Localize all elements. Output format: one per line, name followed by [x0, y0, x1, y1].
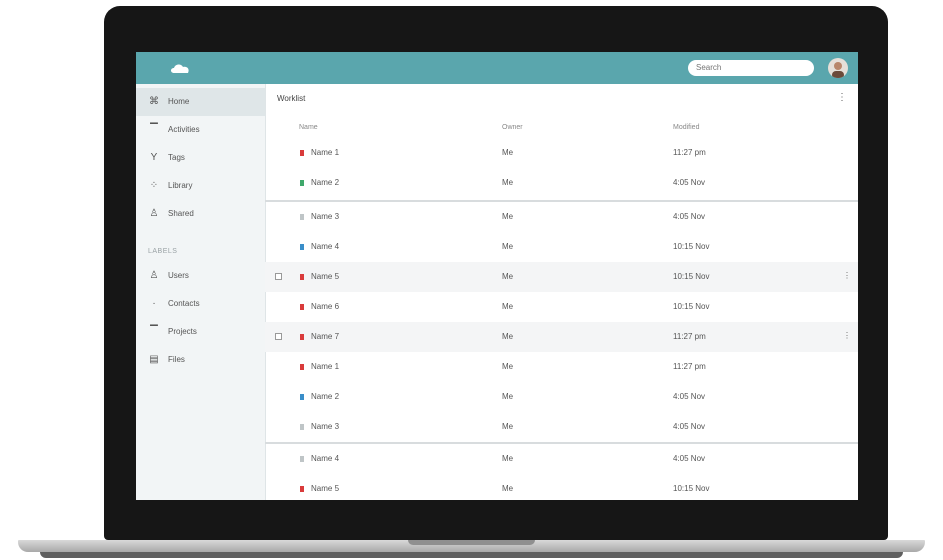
person-icon: ♙: [149, 270, 159, 281]
file-red-icon: [300, 486, 304, 492]
laptop-shadow: [40, 552, 903, 558]
minus-icon: ▔: [150, 124, 158, 135]
column-header-name[interactable]: Name: [299, 124, 318, 131]
avatar[interactable]: [828, 58, 848, 78]
sidebar-item-files[interactable]: ▤ Files: [136, 346, 265, 374]
table-row[interactable]: Name 3 Me 4:05 Nov: [265, 412, 858, 442]
file-red-icon: [300, 274, 304, 280]
sidebar-item-tags[interactable]: Y Tags: [136, 144, 265, 172]
row-more-icon[interactable]: ⋮: [843, 331, 851, 340]
sidebar-item-contacts[interactable]: · Contacts: [136, 290, 265, 318]
dot-icon: ·: [152, 298, 156, 309]
list-title: Worklist: [277, 94, 306, 103]
person-icon: ♙: [149, 208, 159, 219]
row-checkbox[interactable]: [275, 333, 282, 340]
row-checkbox[interactable]: [275, 273, 282, 280]
laptop-notch: [408, 540, 535, 545]
sidebar: ⌘ Home ▔ Activities Y Tags ⁘ Library ♙ S…: [136, 84, 266, 500]
table-row[interactable]: Name 2 Me 4:05 Nov: [265, 382, 858, 412]
sidebar-item-library[interactable]: ⁘ Library: [136, 172, 265, 200]
file-red-icon: [300, 150, 304, 156]
file-grey-icon: [300, 214, 304, 220]
more-vert-icon[interactable]: ⋮: [837, 92, 847, 103]
table-row[interactable]: Name 1 Me 11:27 pm: [265, 138, 858, 168]
row-more-icon[interactable]: ⋮: [843, 271, 851, 280]
column-header-modified[interactable]: Modified: [673, 124, 699, 131]
column-header-owner[interactable]: Owner: [502, 124, 523, 131]
sidebar-item-activities[interactable]: ▔ Activities: [136, 116, 265, 144]
table-row[interactable]: Name 5 Me 10:15 Nov: [265, 474, 858, 500]
file-red-icon: [300, 334, 304, 340]
app-bar: [136, 52, 858, 84]
table-row[interactable]: Name 3 Me 4:05 Nov: [265, 202, 858, 232]
file-grey-icon: [300, 456, 304, 462]
table-row[interactable]: Name 4 Me 4:05 Nov: [265, 444, 858, 474]
search-input[interactable]: [688, 60, 814, 76]
table-row[interactable]: Name 2 Me 4:05 Nov: [265, 168, 858, 198]
table-row[interactable]: Name 4 Me 10:15 Nov: [265, 232, 858, 262]
sidebar-item-home[interactable]: ⌘ Home: [136, 88, 265, 116]
file-icon: ▤: [149, 354, 159, 365]
filter-icon: Y: [150, 152, 158, 163]
grid-icon: ⌘: [149, 96, 159, 107]
app-screen: ⌘ Home ▔ Activities Y Tags ⁘ Library ♙ S…: [136, 52, 858, 500]
file-blue-icon: [300, 394, 304, 400]
table-row[interactable]: Name 7 Me 11:27 pm ⋮: [265, 322, 858, 352]
file-red-icon: [300, 364, 304, 370]
table-row[interactable]: Name 1 Me 11:27 pm: [265, 352, 858, 382]
file-green-icon: [300, 180, 304, 186]
sidebar-section-label: LABELS: [148, 248, 178, 255]
file-grey-icon: [300, 424, 304, 430]
sidebar-item-projects[interactable]: ▔ Projects: [136, 318, 265, 346]
minus-icon: ▔: [150, 326, 158, 337]
sidebar-item-users[interactable]: ♙ Users: [136, 262, 265, 290]
table-row[interactable]: Name 6 Me 10:15 Nov: [265, 292, 858, 322]
file-blue-icon: [300, 244, 304, 250]
table-row[interactable]: Name 5 Me 10:15 Nov ⋮: [265, 262, 858, 292]
sidebar-item-shared[interactable]: ♙ Shared: [136, 200, 265, 228]
apps-icon: ⁘: [149, 180, 159, 191]
file-red-icon: [300, 304, 304, 310]
cloud-logo-icon[interactable]: [170, 61, 192, 79]
file-list: Worklist ⋮ Name Owner Modified Name 1 Me…: [265, 84, 858, 500]
